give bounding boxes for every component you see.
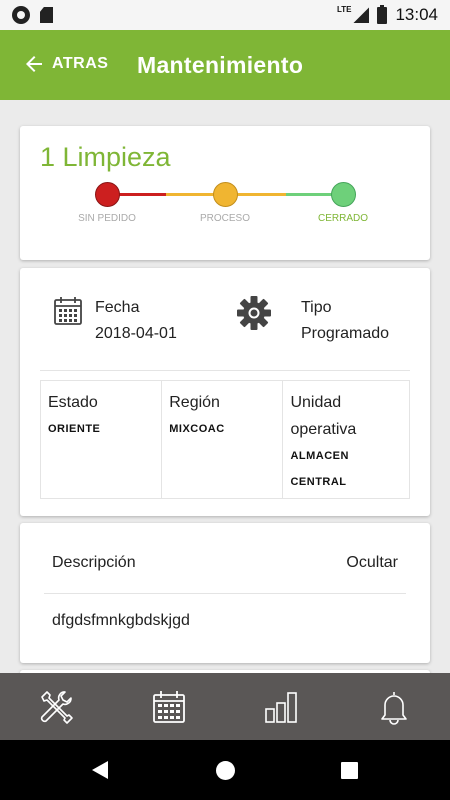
unidad-value-line2: CENTRAL [290,476,347,488]
region-cell: Región MIXCOAC [162,381,284,498]
system-home-icon[interactable] [216,761,235,780]
description-label: Descripción [52,554,136,571]
system-back-icon[interactable] [92,761,108,779]
estado-value: ORIENTE [48,423,101,435]
details-card: Fecha 2018-04-01 Tipo Programado Estado … [20,268,430,516]
calendar-icon[interactable] [151,689,187,725]
bell-icon[interactable] [376,689,412,725]
estado-cell: Estado ORIENTE [41,381,163,498]
divider [44,593,406,594]
status-card: 1 Limpieza SIN PEDIDO PROCESO CERRADO [20,126,430,260]
tools-icon[interactable] [38,689,74,725]
divider [40,370,410,371]
page-title: Mantenimiento [137,52,304,78]
tipo-value: Programado [301,325,390,342]
step-dot-proceso [213,182,238,207]
region-value: MIXCOAC [169,423,225,435]
back-label: ATRAS [52,55,109,72]
step-label-proceso: PROCESO [199,213,250,224]
sd-card-icon [40,7,53,23]
step-dot-sin-pedido [95,182,120,207]
location-grid: Estado ORIENTE Región MIXCOAC Unidad ope… [40,380,410,499]
app-bar: ATRAS Mantenimiento [0,30,450,100]
signal-icon [353,7,370,23]
record-icon [12,6,30,24]
region-label: Región [169,394,220,411]
step-label-cerrado: CERRADO [317,213,368,224]
tipo-label: Tipo [301,299,332,316]
calendar-icon [54,297,82,325]
unidad-value-line1: ALMACEN [290,450,349,462]
estado-label: Estado [48,394,98,411]
maintenance-title: 1 Limpieza [40,142,171,172]
fecha-value: 2018-04-01 [95,325,177,342]
system-nav-bar [0,740,450,800]
description-card: Descripción Ocultar dfgdsfmnkgbdskjgd [20,523,430,663]
fecha-label: Fecha [95,299,140,316]
unidad-label-line1: Unidad [290,394,342,411]
hide-description-button[interactable]: Ocultar [346,554,398,572]
description-text: dfgdsfmnkgbdskjgd [52,612,190,629]
gear-icon [237,296,271,330]
status-time: 13:04 [395,5,438,24]
unidad-cell: Unidad operativa ALMACEN CENTRAL [283,381,409,498]
status-right: LTE 13:04 [336,4,438,25]
status-bar: LTE 13:04 [0,0,450,30]
battery-icon [377,4,388,24]
bottom-nav [0,673,450,740]
status-left [12,6,53,24]
status-progress: SIN PEDIDO PROCESO CERRADO [20,182,430,232]
network-type: LTE [336,4,352,14]
chart-bars-icon[interactable] [263,689,299,725]
step-dot-cerrado [331,182,356,207]
unidad-label-line2: operativa [290,421,357,438]
system-recents-icon[interactable] [341,762,358,779]
back-button[interactable]: ATRAS [22,52,108,76]
step-label-sin-pedido: SIN PEDIDO [78,213,136,224]
arrow-left-icon [26,56,42,72]
